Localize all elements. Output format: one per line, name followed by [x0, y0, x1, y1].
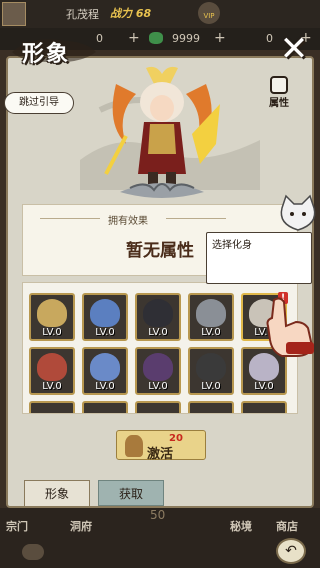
divider-right	[166, 218, 226, 219]
level-label: LV.0	[42, 327, 62, 338]
guide-bubble-text: 选择化身	[212, 240, 252, 251]
list-icon	[270, 76, 288, 94]
level-label: LV.0	[148, 381, 168, 392]
avatar-face	[37, 353, 67, 381]
currency-2-plus-button[interactable]: +	[214, 30, 226, 46]
avatar-card[interactable]: LV.0	[135, 293, 181, 341]
avatar-card[interactable]: LV.0	[82, 293, 128, 341]
nav-cave[interactable]: 洞府	[70, 518, 92, 534]
token-icon	[125, 435, 143, 457]
top-status-bar	[0, 0, 320, 28]
back-button[interactable]: ↶	[276, 538, 306, 564]
avatar-face	[196, 353, 226, 381]
avatar-card[interactable]: LV.0	[135, 347, 181, 395]
jade-icon	[149, 32, 163, 44]
pointing-hand-icon	[266, 297, 314, 357]
hero-character-portrait	[104, 66, 220, 198]
avatar-card[interactable]: LV.0	[188, 347, 234, 395]
avatar-card[interactable]	[135, 401, 181, 413]
avatar-face	[37, 299, 67, 327]
level-label: LV.0	[95, 381, 115, 392]
avatar-face	[143, 299, 173, 327]
close-button[interactable]: ✕	[278, 32, 310, 66]
avatar-card[interactable]: LV.0	[29, 347, 75, 395]
center-number: 50	[150, 508, 166, 522]
level-label: LV.0	[95, 327, 115, 338]
activate-label: 激活	[147, 447, 174, 462]
avatar-face	[196, 299, 226, 327]
attributes-button[interactable]: 属性	[264, 76, 294, 114]
power-value: 战力 68	[110, 7, 152, 20]
avatar-face	[90, 299, 120, 327]
currency-2-value: 9999	[172, 32, 200, 45]
avatar-face	[143, 353, 173, 381]
activate-button[interactable]: 20 激活	[116, 430, 206, 462]
currency-3-value: 0	[266, 32, 273, 45]
divider-left	[40, 218, 100, 219]
player-name: 孔茂程	[66, 8, 99, 21]
tab-appearance[interactable]: 形象	[24, 480, 90, 506]
level-label: LV.0	[42, 381, 62, 392]
avatar-card[interactable]	[82, 401, 128, 413]
attributes-label: 属性	[269, 98, 289, 109]
chat-icon[interactable]	[22, 544, 44, 560]
nav-secret-realm[interactable]: 秘境	[230, 518, 252, 534]
skip-guide-button[interactable]: 跳过引导	[4, 92, 74, 114]
guide-cat-icon	[280, 194, 316, 231]
avatar-card[interactable]: LV.0	[29, 293, 75, 341]
tab-obtain[interactable]: 获取	[98, 480, 164, 506]
vip-badge[interactable]: VIP	[198, 2, 220, 24]
level-label: LV.0	[148, 327, 168, 338]
level-label: LV.0	[254, 381, 274, 392]
avatar-card[interactable]	[241, 401, 287, 413]
avatar-card[interactable]: LV.0	[82, 347, 128, 395]
avatar-card[interactable]	[29, 401, 75, 413]
level-label: LV.0	[201, 327, 221, 338]
page-title: 形象	[22, 41, 71, 67]
avatar-grid: LV.0 LV.0 LV.0 LV.0 LV.0 LV.0 LV.0 LV.0 …	[22, 282, 298, 414]
player-avatar[interactable]	[2, 2, 26, 26]
currency-1-plus-button[interactable]: +	[128, 30, 140, 46]
avatar-face	[90, 353, 120, 381]
avatar-card[interactable]: LV.0	[188, 293, 234, 341]
nav-sect[interactable]: 宗门	[6, 518, 28, 534]
nav-shop[interactable]: 商店	[276, 518, 298, 534]
effects-header: 拥有效果	[108, 216, 148, 227]
avatar-card[interactable]	[188, 401, 234, 413]
level-label: LV.0	[201, 381, 221, 392]
